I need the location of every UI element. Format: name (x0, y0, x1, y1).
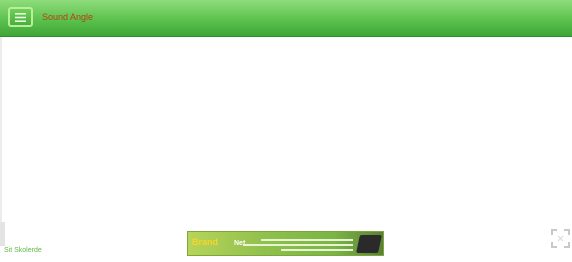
fullscreen-icon (551, 229, 570, 248)
tablet-icon (356, 235, 382, 253)
ad-brand-text: Brand (192, 237, 219, 247)
footer-link[interactable]: Sit Skolerde (4, 247, 42, 254)
ad-text-line (281, 249, 353, 251)
side-handle[interactable] (0, 222, 5, 246)
ad-banner[interactable]: Brand Net (187, 231, 384, 256)
fullscreen-button[interactable] (551, 229, 570, 248)
main-content-area (0, 37, 572, 227)
menu-icon (15, 12, 26, 22)
ad-text-line (261, 239, 353, 241)
page-title: Sound Angle (42, 12, 94, 22)
ad-text-line (243, 244, 353, 246)
app-header: Sound Angle (0, 0, 572, 37)
menu-button[interactable] (8, 7, 33, 27)
